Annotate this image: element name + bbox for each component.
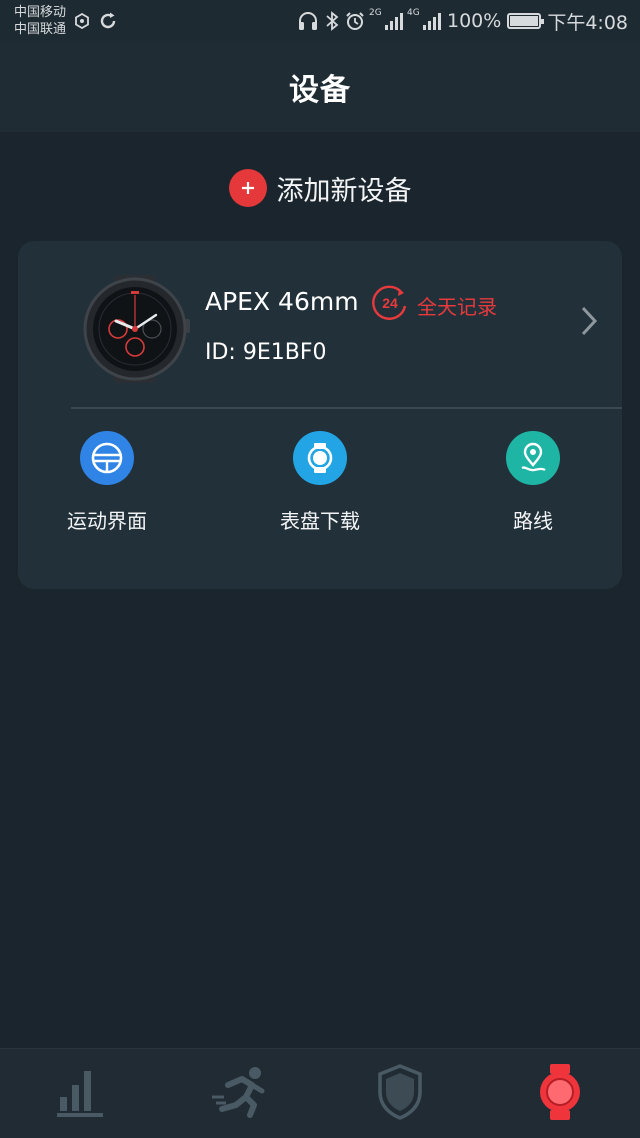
device-actions: 运动界面 表盘下载 路线 (18, 431, 622, 541)
battery-icon (507, 13, 545, 29)
sport-interface-button[interactable]: 运动界面 (32, 431, 182, 534)
allday-record-badge: 24 全天记录 (371, 284, 497, 326)
headphones-icon (297, 11, 319, 31)
device-card: APEX 46mm 24 全天记录 ID: 9E1BF0 运动界面 表盘下载 路… (18, 241, 622, 589)
add-device-button[interactable]: 添加新设备 (0, 164, 640, 212)
status-bar: 中国移动 中国联通 2G 4G 100% 下午4:08 (0, 0, 640, 42)
watch-icon (537, 1063, 583, 1125)
allday-24h-icon: 24 (371, 284, 409, 326)
watchface-download-button[interactable]: 表盘下载 (245, 431, 395, 534)
route-icon (506, 431, 560, 485)
nav-sport[interactable] (160, 1049, 320, 1138)
allday-24h-number: 24 (382, 295, 398, 311)
device-name: APEX 46mm (205, 287, 359, 316)
app-header: 设备 (0, 42, 640, 132)
nav-shield[interactable] (320, 1049, 480, 1138)
device-id: ID: 9E1BF0 (205, 340, 327, 365)
bar-chart-icon (56, 1065, 104, 1123)
status-left: 中国移动 中国联通 (14, 4, 118, 38)
refresh-icon (98, 11, 118, 31)
sport-interface-label: 运动界面 (67, 509, 147, 533)
bottom-nav (0, 1048, 640, 1138)
shield-icon (377, 1063, 423, 1124)
watch-image (76, 275, 194, 387)
alarm-icon (345, 11, 365, 31)
signal-2g-icon: 2G (369, 8, 403, 30)
battery-fill (510, 16, 539, 26)
nav-statistics[interactable] (0, 1049, 160, 1138)
device-row[interactable]: APEX 46mm 24 全天记录 ID: 9E1BF0 (18, 241, 622, 407)
route-label: 路线 (513, 509, 553, 533)
card-divider (71, 407, 622, 409)
battery-percent: 100% (447, 10, 502, 32)
sync-hex-icon (74, 13, 90, 29)
net-4g-label: 4G (407, 8, 420, 18)
chevron-right-icon (580, 305, 598, 341)
allday-label: 全天记录 (417, 294, 497, 319)
carrier-1: 中国移动 (14, 5, 67, 20)
status-right: 2G 4G 100% 下午4:08 (297, 8, 628, 35)
route-button[interactable]: 路线 (458, 431, 608, 534)
clock-time: 下午4:08 (547, 11, 628, 34)
watchface-download-label: 表盘下载 (280, 509, 360, 533)
sport-interface-icon (80, 431, 134, 485)
carrier-2: 中国联通 (14, 22, 67, 37)
running-icon (210, 1065, 270, 1123)
nav-device[interactable] (480, 1049, 640, 1138)
bluetooth-icon (325, 11, 339, 31)
signal-4g-icon: 4G (407, 8, 441, 30)
plus-icon (228, 169, 267, 207)
carrier-names: 中国移动 中国联通 (14, 4, 66, 38)
watchface-icon (293, 431, 347, 485)
page-title: 设备 (289, 73, 351, 108)
add-device-label: 添加新设备 (276, 175, 412, 207)
net-2g-label: 2G (369, 8, 382, 18)
